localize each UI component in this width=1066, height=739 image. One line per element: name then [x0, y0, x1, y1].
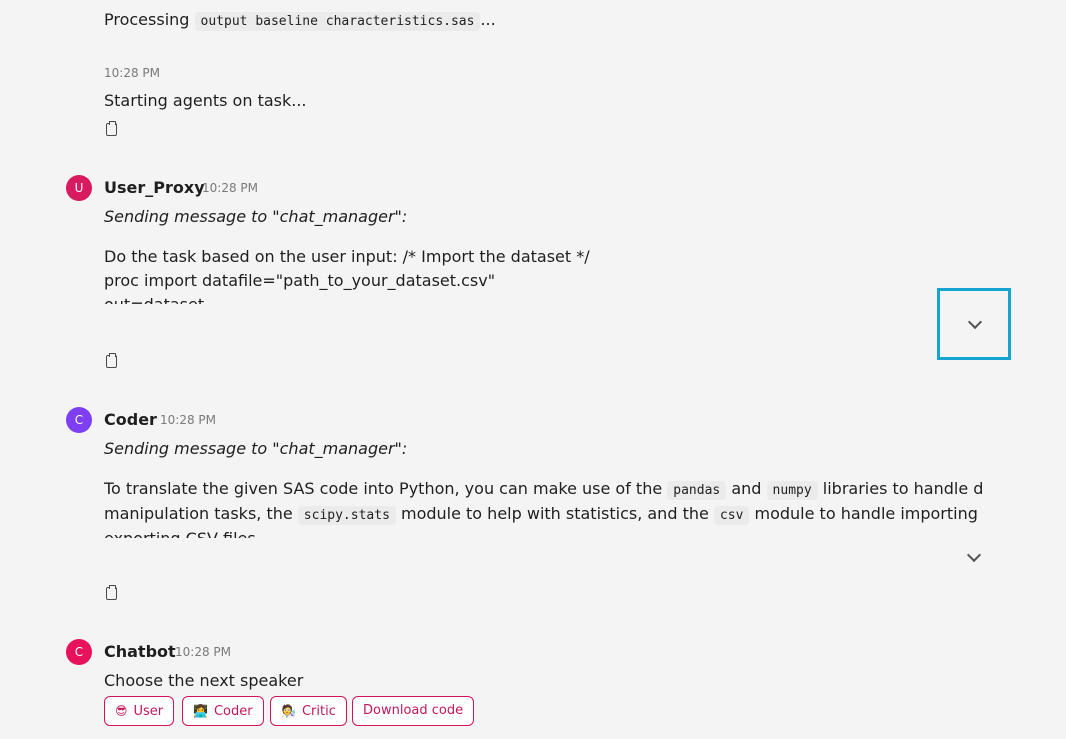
processing-file: output baseline characteristics.sas	[194, 12, 481, 31]
speaker-button-user[interactable]: 😎 User	[104, 696, 175, 726]
message-line: exporting CSV files.	[104, 527, 984, 538]
inline-code: scipy.stats	[297, 506, 396, 525]
chevron-down-icon	[966, 547, 982, 563]
speaker-button-coder[interactable]: 👩‍💻 Coder	[182, 696, 264, 726]
status-time: 10:28 PM	[104, 66, 160, 80]
processing-prefix: Processing	[104, 10, 190, 29]
message-author: Coder	[104, 410, 157, 429]
expand-button[interactable]	[960, 545, 986, 571]
text-span: To translate the given SAS code into Pyt…	[104, 479, 663, 498]
button-label: Critic	[301, 704, 336, 719]
message-line: To translate the given SAS code into Pyt…	[104, 477, 984, 502]
processing-line: Processing output baseline characteristi…	[104, 8, 496, 34]
button-label: Coder	[213, 704, 253, 719]
text-span: libraries to handle data	[822, 479, 984, 498]
message-line: proc import datafile="path_to_your_datas…	[104, 271, 496, 290]
copy-icon[interactable]	[106, 585, 117, 600]
message-header: Sending message to "chat_manager":	[104, 207, 408, 226]
copy-icon[interactable]	[106, 353, 117, 368]
chevron-down-icon	[967, 314, 983, 330]
message-line: manipulation tasks, the scipy.stats modu…	[104, 502, 984, 527]
avatar: U	[66, 175, 92, 201]
download-code-button[interactable]: Download code	[352, 696, 475, 726]
text-span: and	[731, 479, 762, 498]
technologist-emoji-icon: 👩‍💻	[193, 704, 208, 718]
speaker-button-critic[interactable]: 🧑‍🔬 Critic	[270, 696, 347, 726]
message-time: 10:28 PM	[175, 645, 231, 659]
text-span: module to help with statistics, and the	[400, 504, 709, 523]
avatar: C	[66, 639, 92, 665]
message-time: 10:28 PM	[160, 413, 216, 427]
expand-button[interactable]	[937, 288, 1011, 360]
button-label: User	[133, 704, 164, 719]
text-span: manipulation tasks, the	[104, 504, 293, 523]
message-author: User_Proxy	[104, 178, 205, 197]
message-header: Sending message to "chat_manager":	[104, 439, 408, 458]
message-body: Do the task based on the user input: /* …	[104, 245, 924, 304]
inline-code: pandas	[667, 481, 727, 500]
copy-icon[interactable]	[106, 121, 117, 136]
processing-suffix: ...	[480, 10, 496, 29]
message-line: out=dataset	[104, 293, 924, 304]
message-body: To translate the given SAS code into Pyt…	[104, 477, 984, 538]
sunglasses-emoji-icon: 😎	[115, 704, 128, 718]
button-label: Download code	[363, 703, 464, 718]
message-line: Do the task based on the user input: /* …	[104, 247, 590, 266]
message-text: Choose the next speaker	[104, 671, 304, 690]
message-time: 10:28 PM	[202, 181, 258, 195]
inline-code: numpy	[766, 481, 818, 500]
text-span: module to handle importing and	[754, 504, 985, 523]
message-author: Chatbot	[104, 642, 176, 661]
scientist-emoji-icon: 🧑‍🔬	[281, 704, 296, 718]
avatar: C	[66, 407, 92, 433]
inline-code: csv	[713, 506, 750, 525]
status-text: Starting agents on task...	[104, 91, 307, 110]
